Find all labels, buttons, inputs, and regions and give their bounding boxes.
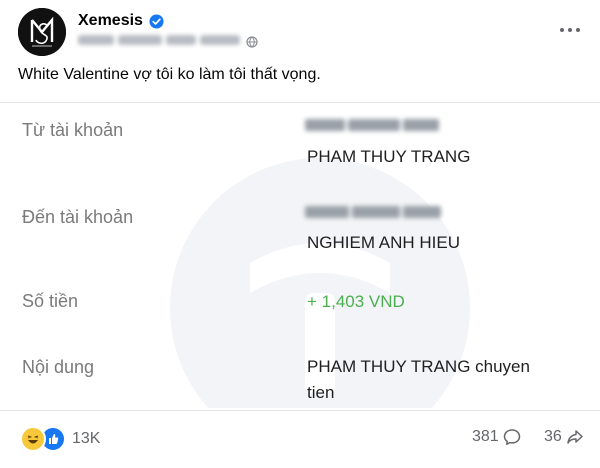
more-dots-icon[interactable] [556,24,584,36]
amount-label: Số tiền [22,291,79,311]
note-label: Nội dung [22,357,95,377]
comment-count: 381 [472,428,499,445]
post-footer: 13K 381 36 [0,418,600,458]
from-label: Từ tài khoản [22,120,124,140]
globe-icon [246,36,258,48]
author-row: Xemesis [78,11,164,31]
comment-count-button[interactable]: 381 [472,428,521,446]
comment-icon [503,429,520,445]
share-icon [567,430,583,444]
note-line-1: PHAM THUY TRANG chuyen [307,357,530,376]
verified-badge-icon [149,13,164,29]
amount-value: + 1,403 VND [307,292,405,311]
haha-reaction-icon [20,426,46,452]
share-count-button[interactable]: 36 [544,428,584,446]
transfer-receipt[interactable]: Từ tài khoản PHAM THUY TRANG Đến tài kho… [0,103,600,408]
to-name: NGHIEM ANH HIEU [307,233,461,252]
author-name[interactable]: Xemesis [78,12,143,30]
share-count: 36 [544,428,562,445]
to-label: Đến tài khoản [22,207,134,227]
note-line-2: tien [307,383,335,402]
post-header: Xemesis [0,0,600,60]
to-account-blurred [305,206,441,220]
logo-icon [18,8,66,56]
post-caption: White Valentine vợ tôi ko làm tôi thất v… [18,66,321,83]
post-meta-blurred [78,35,256,47]
avatar[interactable] [18,8,66,56]
reactions-summary[interactable]: 13K [20,426,100,452]
divider [0,410,600,411]
from-account-blurred [305,119,441,133]
from-name: PHAM THUY TRANG [307,147,471,166]
reaction-count: 13K [72,430,101,447]
